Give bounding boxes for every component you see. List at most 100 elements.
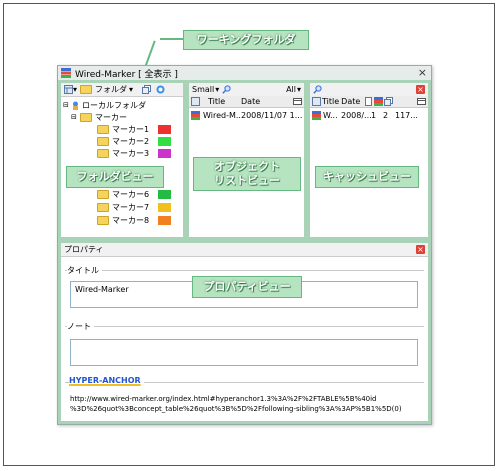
row-title: Wired-M... — [203, 110, 241, 120]
tree-marker-6[interactable]: マーカー6 — [97, 188, 149, 200]
filter-value: All — [286, 85, 296, 94]
cache-row-date: 2008/... — [341, 110, 372, 120]
folder-icon — [97, 202, 109, 212]
marker-color-swatch — [158, 203, 171, 212]
tree-marker-parent[interactable]: ⊟ マーカー — [71, 111, 127, 123]
folder-icon — [97, 189, 109, 199]
folder-icon — [97, 148, 109, 158]
tree-marker-parent-label: マーカー — [95, 112, 127, 122]
grid-icon — [64, 85, 73, 94]
marker-label: マーカー1 — [112, 124, 150, 134]
title-group-divider — [65, 270, 424, 271]
wired-marker-window: Wired-Marker [ 全表示 ] × ▾ フォルダ ▾ ⊟ ローカルフォ… — [57, 65, 432, 425]
marker-label: マーカー2 — [112, 136, 150, 146]
title-group-label: タイトル — [67, 265, 102, 276]
hyper-anchor-url-line2: %3D%26quot%3Bconcept_table%26quot%3B%5D%… — [70, 405, 402, 413]
search-icon — [313, 85, 322, 94]
object-list-header: Title Date — [189, 96, 304, 108]
column-title[interactable]: Title — [208, 97, 241, 106]
folder-icon — [97, 215, 109, 225]
callout-object-list-view: オブジェクト リストビュー — [193, 157, 301, 191]
marker-color-swatch — [158, 137, 171, 146]
callout-object-list-line1: オブジェクト — [214, 160, 280, 173]
tree-marker-7[interactable]: マーカー7 — [97, 201, 149, 213]
sync-icon — [156, 85, 165, 94]
object-list-row[interactable]: Wired-M... 2008/11/07 1... — [191, 109, 302, 121]
folder-icon — [80, 85, 93, 94]
object-toolbar: Small ▾ All ▾ — [189, 83, 304, 97]
window-title: Wired-Marker [ 全表示 ] — [75, 69, 178, 80]
folder-toolbar: ▾ フォルダ ▾ — [61, 83, 183, 97]
copy-icon — [142, 85, 152, 94]
hyper-anchor-url[interactable]: http://www.wired-marker.org/index.html#h… — [70, 394, 402, 414]
marker-color-swatch — [158, 125, 171, 134]
filter-select[interactable]: All ▾ — [286, 85, 301, 94]
marker-label: マーカー7 — [112, 202, 150, 212]
cache-toolbar: × — [310, 83, 428, 97]
folder-icon — [97, 136, 109, 146]
marker-label: マーカー6 — [112, 189, 150, 199]
property-pane: プロパティ × タイトル Wired-Marker ノート HYPER-ANCH… — [58, 240, 431, 424]
property-header-label: プロパティ — [64, 245, 104, 254]
column-icon — [191, 97, 200, 106]
cache-row-title: W... — [323, 110, 338, 120]
hyper-anchor-label: HYPER-ANCHOR — [69, 376, 144, 385]
marker-icon — [374, 97, 384, 106]
note-field[interactable] — [70, 339, 418, 366]
row-date: 2008/11/07 1... — [241, 110, 303, 120]
callout-cache-view: キャッシュビュー — [315, 166, 419, 188]
marker-label: マーカー8 — [112, 215, 150, 225]
document-icon — [365, 97, 373, 106]
folder-icon — [97, 124, 109, 134]
view-toggle-button[interactable]: ▾ — [64, 85, 77, 94]
cache-column-title[interactable]: Title — [322, 97, 339, 106]
tree-marker-2[interactable]: マーカー2 — [97, 135, 149, 147]
copy-button[interactable] — [142, 85, 152, 94]
folder-menu-label: フォルダ — [95, 85, 128, 94]
tree-marker-3[interactable]: マーカー3 — [97, 147, 149, 159]
cache-search-button[interactable] — [313, 85, 322, 94]
tree-root[interactable]: ⊟ ローカルフォルダ — [63, 99, 146, 111]
dropdown-icon: ▾ — [296, 85, 301, 94]
cache-row-count1: 1 — [371, 110, 377, 120]
callout-pointer — [160, 38, 184, 40]
note-group-label: ノート — [67, 321, 94, 332]
view-mode-select[interactable]: Small ▾ — [192, 85, 219, 94]
property-close-button[interactable]: × — [416, 245, 425, 254]
window-close-button[interactable]: × — [418, 66, 427, 79]
marker-color-swatch — [158, 216, 171, 225]
callout-folder-view: フォルダビュー — [66, 166, 164, 188]
copy-icon — [384, 97, 394, 106]
column-picker-icon[interactable] — [417, 97, 426, 106]
cache-column-date[interactable]: Date — [341, 97, 360, 106]
cache-close-button[interactable]: × — [416, 85, 425, 94]
folder-pane: ▾ フォルダ ▾ ⊟ ローカルフォルダ ⊟ マーカー マーカー1 マーカー2 マ… — [58, 80, 186, 240]
column-date[interactable]: Date — [241, 97, 286, 106]
collapse-icon: ⊟ — [63, 101, 69, 109]
page-icon — [312, 110, 321, 120]
sync-button[interactable] — [156, 85, 165, 94]
cache-pane: × Title Date W... 2008/... 1 2 117... — [307, 80, 431, 240]
collapse-icon: ⊟ — [71, 113, 77, 121]
tree-marker-8[interactable]: マーカー8 — [97, 214, 149, 226]
window-titlebar: Wired-Marker [ 全表示 ] × — [58, 66, 431, 80]
property-header: プロパティ × — [61, 243, 428, 257]
search-icon — [222, 85, 231, 94]
marker-color-swatch — [158, 190, 171, 199]
marker-label: マーカー3 — [112, 148, 150, 158]
tree-root-label: ローカルフォルダ — [82, 100, 146, 110]
tree-marker-1[interactable]: マーカー1 — [97, 123, 149, 135]
cache-list-header: Title Date — [310, 96, 428, 108]
page-icon — [191, 110, 200, 120]
cache-list-row[interactable]: W... 2008/... 1 2 117... — [312, 109, 418, 121]
local-folder-icon — [73, 101, 78, 110]
folder-menu-button[interactable]: フォルダ ▾ — [80, 84, 133, 95]
callout-working-folder: ワーキングフォルダ — [183, 30, 309, 50]
column-picker-icon[interactable] — [293, 97, 302, 106]
dropdown-icon: ▾ — [73, 85, 78, 94]
column-icon — [312, 97, 321, 106]
search-button[interactable] — [222, 85, 231, 94]
cache-row-size: 117... — [395, 110, 418, 120]
folder-icon — [80, 112, 92, 122]
cache-row-count2: 2 — [383, 110, 389, 120]
